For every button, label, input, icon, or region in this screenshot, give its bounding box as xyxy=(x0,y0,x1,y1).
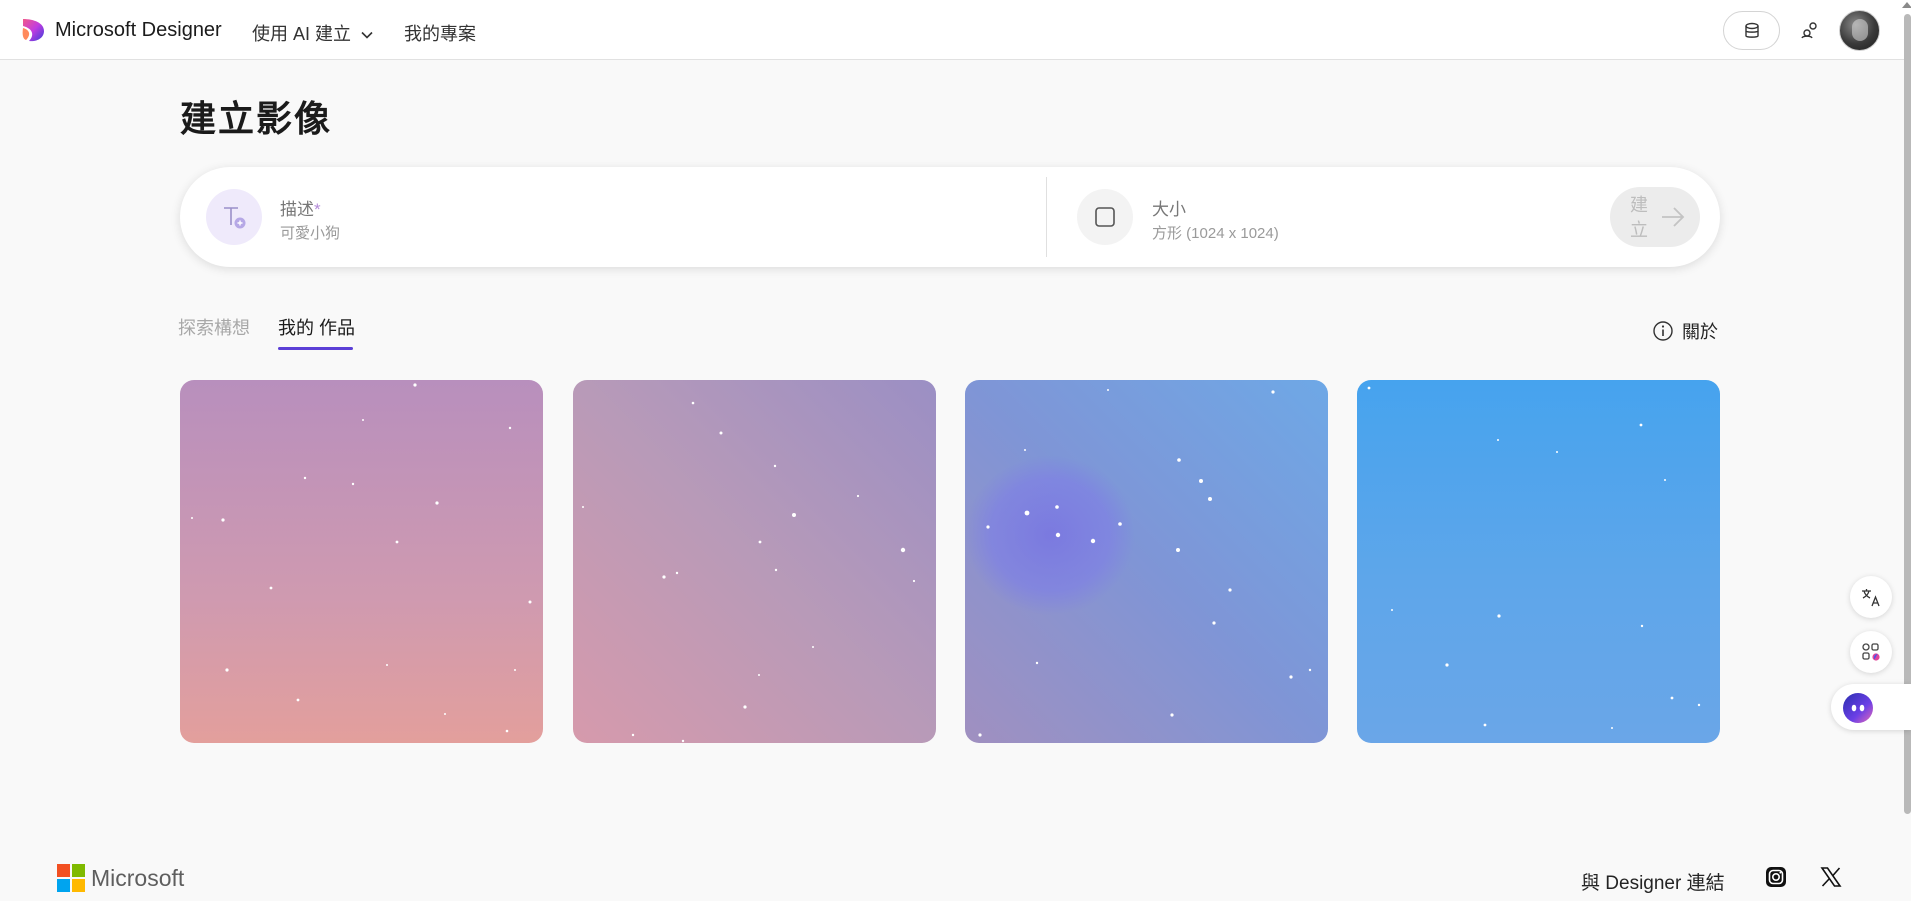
designer-logo-icon[interactable] xyxy=(20,17,46,43)
coins-icon xyxy=(1744,22,1759,38)
description-icon-button[interactable] xyxy=(206,189,262,245)
nav-create-with-ai[interactable]: 使用 AI 建立 xyxy=(252,20,374,46)
text-add-icon xyxy=(224,207,246,229)
create-button[interactable]: 建立 xyxy=(1610,187,1700,247)
avatar[interactable] xyxy=(1839,10,1880,51)
generated-image-4 xyxy=(1357,380,1720,743)
image-card-3[interactable] xyxy=(965,380,1328,743)
share-icon xyxy=(1801,22,1817,39)
size-label[interactable]: 大小 xyxy=(1152,195,1186,220)
image-card-1[interactable] xyxy=(180,380,543,743)
translate-icon xyxy=(1862,589,1880,607)
apps-button[interactable] xyxy=(1850,631,1892,673)
apps-icon xyxy=(1862,643,1880,661)
create-button-label: 建立 xyxy=(1630,195,1648,240)
x-icon[interactable] xyxy=(1820,866,1842,888)
required-mark: * xyxy=(314,200,321,219)
description-label: 描述* xyxy=(280,195,321,220)
top-bar: Microsoft Designer 使用 AI 建立 我的專案 xyxy=(0,0,1911,60)
copilot-button[interactable] xyxy=(1831,684,1911,730)
about-button[interactable]: 關於 xyxy=(1652,318,1718,344)
info-icon xyxy=(1653,321,1673,341)
tab-explore-ideas[interactable]: 探索構想 xyxy=(178,314,250,340)
active-tab-indicator xyxy=(278,347,353,350)
image-card-4[interactable] xyxy=(1357,380,1720,743)
arrow-right-icon xyxy=(1662,207,1685,227)
tab-my-creations[interactable]: 我的 作品 xyxy=(278,314,355,340)
share-button[interactable] xyxy=(1796,16,1824,44)
generated-image-3 xyxy=(965,380,1328,743)
copilot-icon xyxy=(1843,693,1873,723)
brand-name[interactable]: Microsoft Designer xyxy=(55,19,222,42)
divider xyxy=(1046,177,1047,257)
chevron-down-icon xyxy=(361,32,373,39)
description-label-text: 描述 xyxy=(280,200,314,219)
nav-create-with-ai-label: 使用 AI 建立 xyxy=(252,24,352,44)
microsoft-wordmark[interactable]: Microsoft xyxy=(91,865,184,892)
instagram-icon[interactable] xyxy=(1765,866,1787,888)
description-input[interactable]: 可愛小狗 xyxy=(280,222,340,243)
generated-image-1 xyxy=(180,380,543,743)
credits-button[interactable] xyxy=(1723,11,1780,50)
page-title: 建立影像 xyxy=(180,98,333,139)
generated-image-2 xyxy=(573,380,936,743)
translate-button[interactable] xyxy=(1850,576,1892,618)
size-icon-button[interactable] xyxy=(1077,189,1133,245)
about-label: 關於 xyxy=(1682,322,1718,342)
microsoft-logo-icon[interactable] xyxy=(57,864,85,892)
scroll-up-arrow[interactable] xyxy=(1902,2,1911,8)
image-card-2[interactable] xyxy=(573,380,936,743)
size-value[interactable]: 方形 (1024 x 1024) xyxy=(1152,222,1279,243)
connect-with-designer: 與 Designer 連結 xyxy=(1581,873,1725,894)
prompt-bar: 描述* 可愛小狗 大小 方形 (1024 x 1024) 建立 xyxy=(180,167,1720,267)
nav-my-projects[interactable]: 我的專案 xyxy=(404,20,476,46)
square-icon xyxy=(1095,207,1115,227)
